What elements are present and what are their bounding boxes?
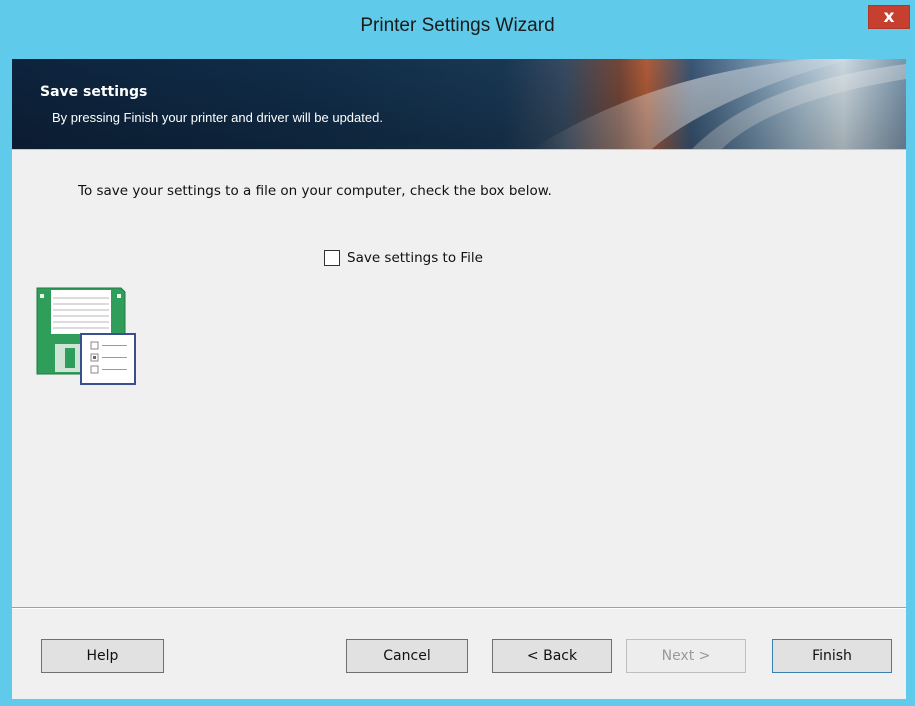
finish-button[interactable]: Finish [772,639,892,673]
dialog-body: Save settings By pressing Finish your pr… [12,59,906,699]
window-title: Printer Settings Wizard [360,15,555,36]
banner-subtitle: By pressing Finish your printer and driv… [52,110,383,125]
next-button[interactable]: Next > [626,639,746,673]
banner-divider [12,149,906,150]
wizard-window: Printer Settings Wizard x Save settings … [0,0,915,706]
help-button[interactable]: Help [41,639,164,673]
banner-title: Save settings [40,84,148,100]
instruction-text: To save your settings to a file on your … [78,183,552,199]
save-to-file-label[interactable]: Save settings to File [347,250,483,266]
save-to-file-checkbox[interactable] [324,250,340,266]
save-to-file-option[interactable]: Save settings to File [324,248,483,268]
title-bar[interactable]: Printer Settings Wizard x [0,0,915,58]
floppy-disk-settings-icon [35,286,139,390]
close-button[interactable]: x [868,5,910,29]
cancel-button[interactable]: Cancel [346,639,468,673]
header-banner: Save settings By pressing Finish your pr… [12,59,906,149]
back-button[interactable]: < Back [492,639,612,673]
